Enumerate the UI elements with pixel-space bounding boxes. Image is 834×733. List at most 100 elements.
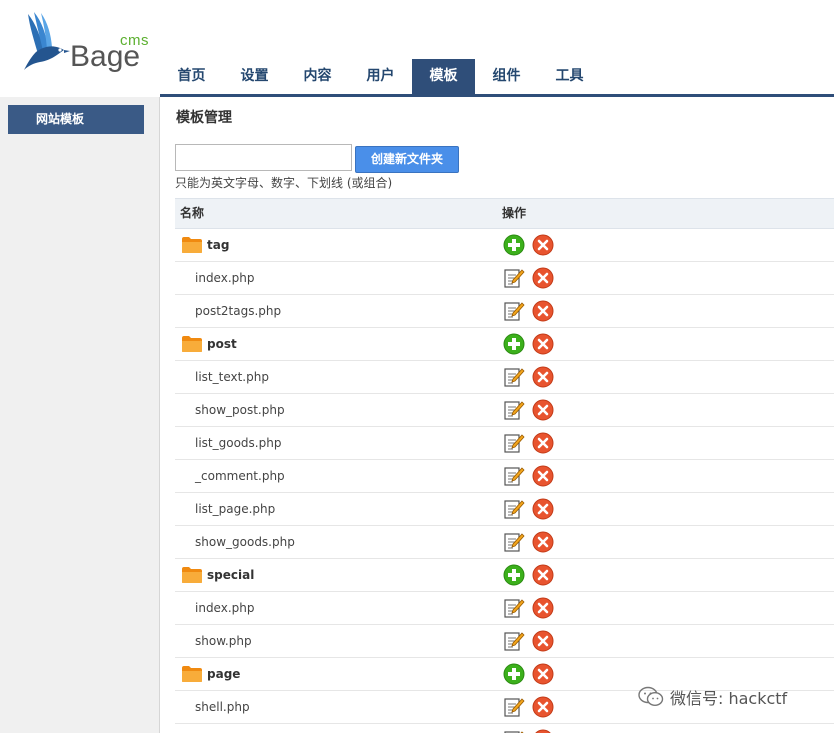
row-actions bbox=[503, 564, 561, 586]
delete-icon[interactable] bbox=[532, 300, 554, 322]
folder-row: tag bbox=[175, 229, 834, 262]
watermark: 微信号: hackctf bbox=[638, 686, 787, 708]
add-icon[interactable] bbox=[503, 333, 525, 355]
nav-item-settings[interactable]: 设置 bbox=[223, 59, 286, 94]
delete-icon[interactable] bbox=[532, 498, 554, 520]
add-icon[interactable] bbox=[503, 564, 525, 586]
delete-icon[interactable] bbox=[532, 267, 554, 289]
edit-icon[interactable] bbox=[503, 498, 525, 520]
watermark-text: 微信号: hackctf bbox=[670, 689, 788, 708]
file-name[interactable]: show.php bbox=[195, 625, 252, 657]
sidebar: 网站模板 bbox=[0, 97, 160, 733]
file-name[interactable]: shell.php bbox=[195, 691, 250, 723]
edit-icon[interactable] bbox=[503, 300, 525, 322]
table-header: 名称 操作 bbox=[175, 198, 834, 229]
file-row: post2tags.php bbox=[175, 295, 834, 328]
add-icon[interactable] bbox=[503, 663, 525, 685]
header: cms Bage 首页 设置 内容 用户 模板 组件 工具 bbox=[0, 0, 834, 97]
folder-name: special bbox=[181, 559, 254, 591]
nav-item-content[interactable]: 内容 bbox=[286, 59, 349, 94]
column-header-name: 名称 bbox=[180, 206, 205, 220]
folder-icon bbox=[182, 237, 202, 253]
nav-item-tools[interactable]: 工具 bbox=[538, 59, 601, 94]
delete-icon[interactable] bbox=[532, 432, 554, 454]
row-actions bbox=[503, 432, 561, 454]
file-row: _comment.php bbox=[175, 460, 834, 493]
main-nav: 首页 设置 内容 用户 模板 组件 工具 bbox=[160, 59, 601, 94]
delete-icon[interactable] bbox=[532, 663, 554, 685]
edit-icon[interactable] bbox=[503, 630, 525, 652]
logo[interactable]: cms Bage bbox=[22, 10, 149, 73]
logo-brand-text: Bage bbox=[70, 40, 141, 73]
edit-icon[interactable] bbox=[503, 399, 525, 421]
row-actions bbox=[503, 300, 561, 322]
row-actions bbox=[503, 399, 561, 421]
row-actions bbox=[503, 696, 561, 718]
delete-icon[interactable] bbox=[532, 333, 554, 355]
folder-name: tag bbox=[181, 229, 229, 261]
page-title: 模板管理 bbox=[176, 110, 232, 126]
edit-icon[interactable] bbox=[503, 696, 525, 718]
folder-name-hint: 只能为英文字母、数字、下划线 (或组合) bbox=[175, 176, 393, 190]
file-name[interactable]: show_goods.php bbox=[195, 526, 295, 558]
file-name[interactable]: list_text.php bbox=[195, 361, 269, 393]
delete-icon[interactable] bbox=[532, 597, 554, 619]
edit-icon[interactable] bbox=[503, 729, 525, 733]
file-row: list_goods.php bbox=[175, 427, 834, 460]
row-actions bbox=[503, 465, 561, 487]
delete-icon[interactable] bbox=[532, 564, 554, 586]
folder-row: special bbox=[175, 559, 834, 592]
row-actions bbox=[503, 333, 561, 355]
folder-name: page bbox=[181, 658, 240, 690]
row-actions bbox=[503, 234, 561, 256]
edit-icon[interactable] bbox=[503, 531, 525, 553]
file-name[interactable]: list_page.php bbox=[195, 493, 275, 525]
file-name[interactable]: list_goods.php bbox=[195, 427, 281, 459]
file-row bbox=[175, 724, 834, 733]
nav-item-users[interactable]: 用户 bbox=[349, 59, 412, 94]
row-actions bbox=[503, 729, 561, 733]
delete-icon[interactable] bbox=[532, 729, 554, 733]
file-name[interactable]: index.php bbox=[195, 592, 254, 624]
main-content: 模板管理 创建新文件夹 只能为英文字母、数字、下划线 (或组合) 名称 操作 t… bbox=[160, 97, 834, 733]
row-actions bbox=[503, 498, 561, 520]
folder-name-label[interactable]: tag bbox=[207, 229, 229, 261]
file-name[interactable]: index.php bbox=[195, 262, 254, 294]
delete-icon[interactable] bbox=[532, 531, 554, 553]
folder-name-label[interactable]: post bbox=[207, 328, 237, 360]
edit-icon[interactable] bbox=[503, 432, 525, 454]
folder-name-input[interactable] bbox=[175, 144, 352, 171]
file-row: show.php bbox=[175, 625, 834, 658]
delete-icon[interactable] bbox=[532, 234, 554, 256]
sidebar-item-site-templates[interactable]: 网站模板 bbox=[8, 105, 144, 134]
folder-icon bbox=[182, 336, 202, 352]
row-actions bbox=[503, 597, 561, 619]
edit-icon[interactable] bbox=[503, 465, 525, 487]
file-row: show_post.php bbox=[175, 394, 834, 427]
edit-icon[interactable] bbox=[503, 267, 525, 289]
table-body: tag index.php post2tags.php post list_text.p… bbox=[175, 229, 834, 733]
folder-name-label[interactable]: special bbox=[207, 559, 254, 591]
delete-icon[interactable] bbox=[532, 366, 554, 388]
row-actions bbox=[503, 267, 561, 289]
nav-item-templates[interactable]: 模板 bbox=[412, 59, 475, 94]
edit-icon[interactable] bbox=[503, 597, 525, 619]
row-actions bbox=[503, 630, 561, 652]
file-name[interactable]: show_post.php bbox=[195, 394, 285, 426]
file-row: list_page.php bbox=[175, 493, 834, 526]
delete-icon[interactable] bbox=[532, 696, 554, 718]
delete-icon[interactable] bbox=[532, 399, 554, 421]
create-folder-button[interactable]: 创建新文件夹 bbox=[355, 146, 459, 173]
folder-icon bbox=[182, 666, 202, 682]
file-row: index.php bbox=[175, 592, 834, 625]
delete-icon[interactable] bbox=[532, 465, 554, 487]
delete-icon[interactable] bbox=[532, 630, 554, 652]
edit-icon[interactable] bbox=[503, 366, 525, 388]
file-name[interactable]: post2tags.php bbox=[195, 295, 281, 327]
nav-item-components[interactable]: 组件 bbox=[475, 59, 538, 94]
folder-icon bbox=[182, 567, 202, 583]
nav-item-home[interactable]: 首页 bbox=[160, 59, 223, 94]
add-icon[interactable] bbox=[503, 234, 525, 256]
folder-name-label[interactable]: page bbox=[207, 658, 240, 690]
file-name[interactable]: _comment.php bbox=[195, 460, 285, 492]
